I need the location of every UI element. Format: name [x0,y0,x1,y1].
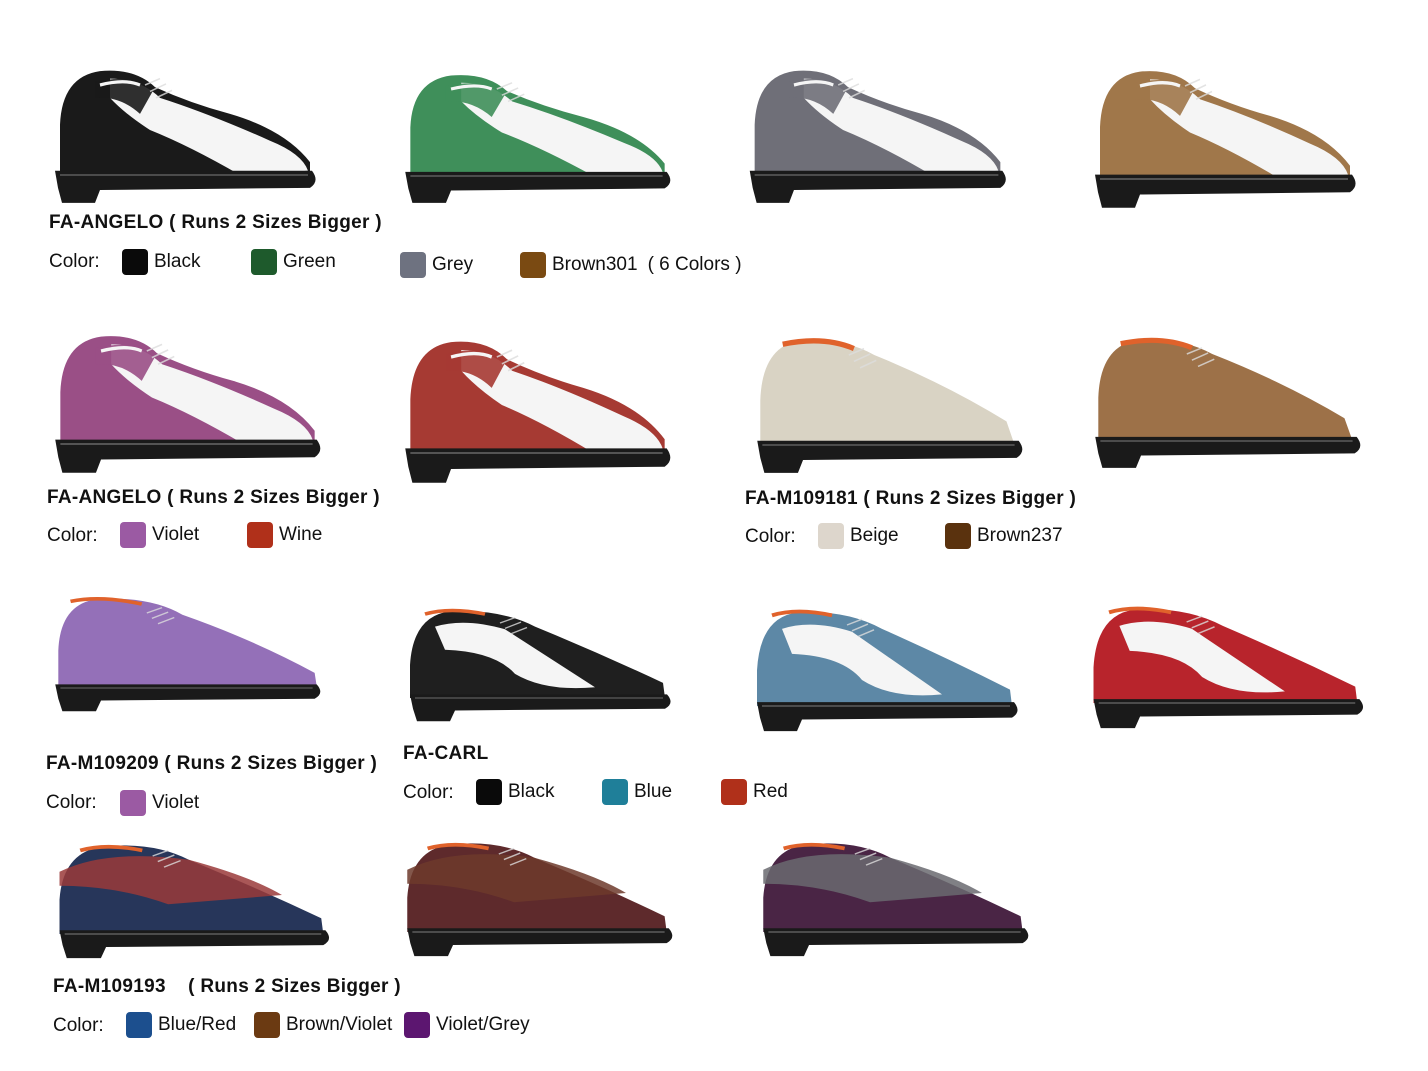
product-title: FA-ANGELO ( Runs 2 Sizes Bigger ) [47,487,380,508]
color-swatch [251,249,277,275]
color-swatch [476,779,502,805]
shoe-image-angelo-wine[interactable] [390,325,685,485]
color-swatch [126,1012,152,1038]
shoe-image-carl-black[interactable] [395,598,685,723]
color-swatch [818,523,844,549]
shoe-image-m109193-violet-grey[interactable] [748,828,1043,958]
color-option-black[interactable]: Black [476,779,554,805]
color-swatch [520,252,546,278]
color-option-violet[interactable]: Violet [120,522,199,548]
color-row: Color: [46,789,97,817]
shoe-image-m109181-brown[interactable] [1080,325,1375,470]
color-option-brown301[interactable]: Brown301 ( 6 Colors ) [520,252,742,278]
color-option-blue-red[interactable]: Blue/Red [126,1012,236,1038]
shoe-image-carl-blue[interactable] [742,598,1032,733]
shoe-image-m109193-blue-red[interactable] [44,830,344,960]
color-row: Color: [745,523,796,551]
color-label: Color: [47,525,98,546]
shoe-image-m109209-violet[interactable] [40,588,335,713]
color-option-blue[interactable]: Blue [602,779,672,805]
color-option-brown-violet[interactable]: Brown/Violet [254,1012,392,1038]
product-title: FA-ANGELO ( Runs 2 Sizes Bigger ) [49,212,382,233]
shoe-image-carl-red[interactable] [1078,595,1378,730]
color-option-beige[interactable]: Beige [818,523,899,549]
color-swatch [602,779,628,805]
shoe-image-angelo-green[interactable] [390,60,685,205]
color-option-green[interactable]: Green [251,249,336,275]
color-label: Color: [403,782,454,803]
color-swatch [122,249,148,275]
color-option-grey[interactable]: Grey [400,252,473,278]
color-swatch [247,522,273,548]
color-option-violet[interactable]: Violet [120,790,199,816]
color-option-black[interactable]: Black [122,249,200,275]
product-title: FA-M109209 ( Runs 2 Sizes Bigger ) [46,753,378,774]
color-count-note: ( 6 Colors ) [647,254,742,275]
color-swatch [400,252,426,278]
shoe-image-angelo-black[interactable] [40,55,330,205]
color-row: Color: [403,779,454,807]
color-option-red[interactable]: Red [721,779,788,805]
color-swatch [404,1012,430,1038]
shoe-image-angelo-violet[interactable] [40,320,335,475]
color-row: Color: [47,522,98,550]
color-option-brown237[interactable]: Brown237 [945,523,1063,549]
color-swatch [254,1012,280,1038]
color-row: Color: [49,248,100,276]
shoe-image-m109193-brown-violet[interactable] [392,828,687,958]
product-title: FA-M109193 ( Runs 2 Sizes Bigger ) [53,976,401,997]
color-swatch [120,522,146,548]
color-label: Color: [49,251,100,272]
color-label: Color: [46,792,97,813]
shoe-image-m109181-beige[interactable] [742,325,1037,475]
color-swatch [721,779,747,805]
shoe-image-angelo-grey[interactable] [735,55,1020,205]
product-title: FA-M109181 ( Runs 2 Sizes Bigger ) [745,488,1077,509]
color-label: Color: [745,526,796,547]
product-title: FA-CARL [403,743,489,764]
shoe-image-angelo-brown[interactable] [1080,55,1370,210]
color-label: Color: [53,1015,104,1036]
color-option-violet-grey[interactable]: Violet/Grey [404,1012,530,1038]
color-swatch [120,790,146,816]
color-option-wine[interactable]: Wine [247,522,322,548]
color-swatch [945,523,971,549]
color-row: Color: [53,1012,104,1040]
